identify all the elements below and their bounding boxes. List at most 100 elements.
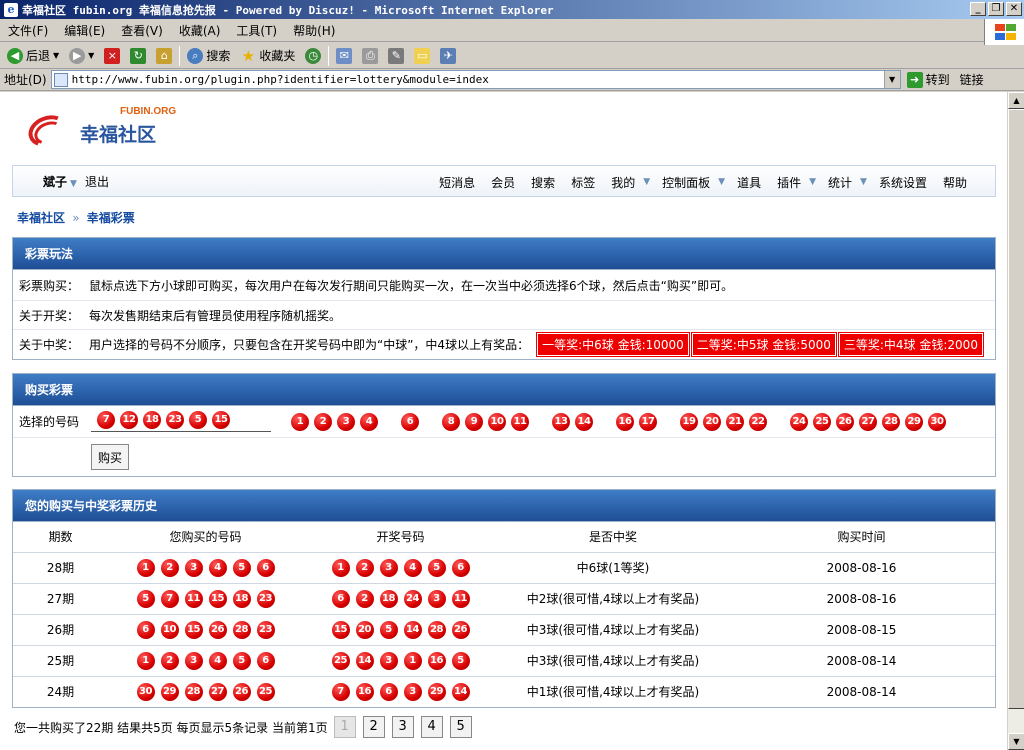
search-button[interactable]: ⌕ 搜索 bbox=[184, 45, 233, 66]
nav-item[interactable]: 统计 bbox=[820, 174, 860, 191]
pool-ball[interactable]: 22 bbox=[749, 412, 767, 431]
favorites-label: 收藏夹 bbox=[259, 49, 296, 63]
forward-button[interactable]: ▶ ▼ bbox=[66, 46, 97, 66]
search-icon: ⌕ bbox=[187, 47, 204, 64]
address-bar: 地址(D) ▼ ➜ 转到 链接 bbox=[0, 69, 1024, 91]
vertical-scrollbar[interactable]: ▲ ▼ bbox=[1007, 92, 1024, 750]
stop-icon: × bbox=[104, 47, 121, 64]
scroll-thumb[interactable] bbox=[1008, 109, 1024, 709]
nav-item[interactable]: 会员 bbox=[483, 174, 523, 191]
mail-button[interactable]: ✉ bbox=[333, 46, 355, 66]
drawn-ball: 1 bbox=[403, 651, 422, 670]
toolbar-divider bbox=[179, 45, 181, 66]
favorites-button[interactable]: ★ 收藏夹 bbox=[237, 45, 298, 66]
bought-ball: 23 bbox=[256, 620, 275, 639]
pool-ball[interactable]: 24 bbox=[790, 412, 808, 431]
drawn-ball: 3 bbox=[403, 682, 422, 701]
pool-ball[interactable]: 29 bbox=[905, 412, 923, 431]
go-button[interactable]: ➜ 转到 bbox=[906, 71, 950, 88]
pool-ball[interactable]: 6 bbox=[401, 412, 419, 431]
pool-ball[interactable]: 14 bbox=[575, 412, 593, 431]
drawn-ball: 14 bbox=[451, 682, 470, 701]
chosen-ball[interactable]: 18 bbox=[143, 411, 161, 429]
refresh-button[interactable]: ↻ bbox=[127, 46, 149, 66]
pool-ball[interactable]: 30 bbox=[928, 412, 946, 431]
menu-file[interactable]: 文件(F) bbox=[0, 22, 56, 39]
pool-ball[interactable]: 25 bbox=[813, 412, 831, 431]
rules-buy-row: 彩票购买： 鼠标点选下方小球即可购买，每次用户在每次发行期间只能购买一次，在一次… bbox=[13, 270, 995, 301]
minimize-button[interactable]: _ bbox=[970, 2, 986, 16]
chosen-ball[interactable]: 15 bbox=[212, 411, 230, 429]
menu-edit[interactable]: 编辑(E) bbox=[56, 22, 113, 39]
chosen-ball[interactable]: 7 bbox=[97, 411, 115, 429]
back-button[interactable]: ◀ 后退 ▼ bbox=[4, 45, 62, 66]
pool-ball[interactable]: 19 bbox=[680, 412, 698, 431]
nav-item[interactable]: 短消息 bbox=[431, 174, 483, 191]
nav-logout[interactable]: 退出 bbox=[85, 173, 109, 190]
chosen-ball[interactable]: 23 bbox=[166, 411, 184, 429]
print-button[interactable]: ⎙ bbox=[359, 46, 381, 66]
chosen-ball[interactable]: 12 bbox=[120, 411, 138, 429]
purchase-title: 购买彩票 bbox=[13, 374, 995, 406]
page-button[interactable]: 3 bbox=[391, 716, 414, 738]
pool-ball[interactable]: 8 bbox=[442, 412, 460, 431]
nav-user-menu[interactable]: 斌子 ▼ bbox=[43, 173, 77, 190]
maximize-button[interactable]: ❐ bbox=[988, 2, 1004, 16]
page-button[interactable]: 2 bbox=[362, 716, 385, 738]
nav-item[interactable]: 搜索 bbox=[523, 174, 563, 191]
edit-button[interactable]: ✎ bbox=[385, 46, 407, 66]
buy-button[interactable]: 购买 bbox=[91, 444, 130, 470]
nav-item[interactable]: 道具 bbox=[729, 174, 769, 191]
pagination: 您一共购买了22期 结果共5页 每页显示5条记录 当前第1页 12345 bbox=[14, 716, 479, 738]
pool-ball[interactable]: 11 bbox=[511, 412, 529, 431]
page-button[interactable]: 4 bbox=[420, 716, 443, 738]
nav-item[interactable]: 系统设置 bbox=[871, 174, 935, 191]
breadcrumb-home[interactable]: 幸福社区 bbox=[17, 211, 65, 225]
menu-favorites[interactable]: 收藏(A) bbox=[171, 22, 229, 39]
pool-ball[interactable]: 21 bbox=[726, 412, 744, 431]
pool-ball[interactable]: 27 bbox=[859, 412, 877, 431]
pool-ball[interactable]: 17 bbox=[639, 412, 657, 431]
pool-ball[interactable]: 1 bbox=[291, 412, 309, 431]
home-button[interactable]: ⌂ bbox=[153, 46, 175, 66]
nav-item[interactable]: 标签 bbox=[563, 174, 603, 191]
menu-tools[interactable]: 工具(T) bbox=[228, 22, 285, 39]
pool-ball[interactable]: 10 bbox=[488, 412, 506, 431]
close-button[interactable]: ✕ bbox=[1006, 2, 1022, 16]
pool-ball[interactable]: 3 bbox=[337, 412, 355, 431]
menu-view[interactable]: 查看(V) bbox=[113, 22, 171, 39]
stop-button[interactable]: × bbox=[101, 46, 123, 66]
scroll-up-icon[interactable]: ▲ bbox=[1008, 92, 1024, 109]
pool-ball[interactable]: 20 bbox=[703, 412, 721, 431]
discuss-button[interactable]: ▭ bbox=[411, 46, 433, 66]
history-button[interactable]: ◷ bbox=[302, 46, 324, 66]
site-logo[interactable]: FUBIN.ORG 幸福社区 bbox=[24, 106, 176, 152]
nav-item[interactable]: 控制面板 bbox=[654, 174, 718, 191]
pool-ball[interactable]: 16 bbox=[616, 412, 634, 431]
chosen-ball[interactable]: 5 bbox=[189, 411, 207, 429]
nav-item[interactable]: 插件 bbox=[769, 174, 809, 191]
windows-logo-icon bbox=[984, 19, 1024, 45]
history-title: 您的购买与中奖彩票历史 bbox=[13, 490, 995, 522]
page-button[interactable]: 5 bbox=[449, 716, 472, 738]
links-button[interactable]: 链接 bbox=[960, 71, 984, 88]
breadcrumb-current[interactable]: 幸福彩票 bbox=[87, 211, 135, 225]
pool-ball[interactable]: 26 bbox=[836, 412, 854, 431]
pool-ball[interactable]: 2 bbox=[314, 412, 332, 431]
messenger-button[interactable]: ✈ bbox=[437, 46, 459, 66]
pool-ball[interactable]: 4 bbox=[360, 412, 378, 431]
bought-ball: 7 bbox=[160, 589, 179, 608]
pool-ball[interactable]: 28 bbox=[882, 412, 900, 431]
address-input[interactable] bbox=[71, 73, 884, 86]
scroll-down-icon[interactable]: ▼ bbox=[1008, 733, 1024, 750]
nav-item[interactable]: 帮助 bbox=[935, 174, 975, 191]
page-icon bbox=[53, 72, 68, 87]
nav-item[interactable]: 我的 bbox=[603, 174, 643, 191]
back-label: 后退 bbox=[26, 49, 51, 63]
page-button[interactable]: 1 bbox=[333, 716, 356, 738]
menu-help[interactable]: 帮助(H) bbox=[285, 22, 343, 39]
chevron-down-icon[interactable]: ▼ bbox=[883, 71, 900, 88]
pool-ball[interactable]: 9 bbox=[465, 412, 483, 431]
pool-ball[interactable]: 13 bbox=[552, 412, 570, 431]
rules-title: 彩票玩法 bbox=[13, 238, 995, 270]
